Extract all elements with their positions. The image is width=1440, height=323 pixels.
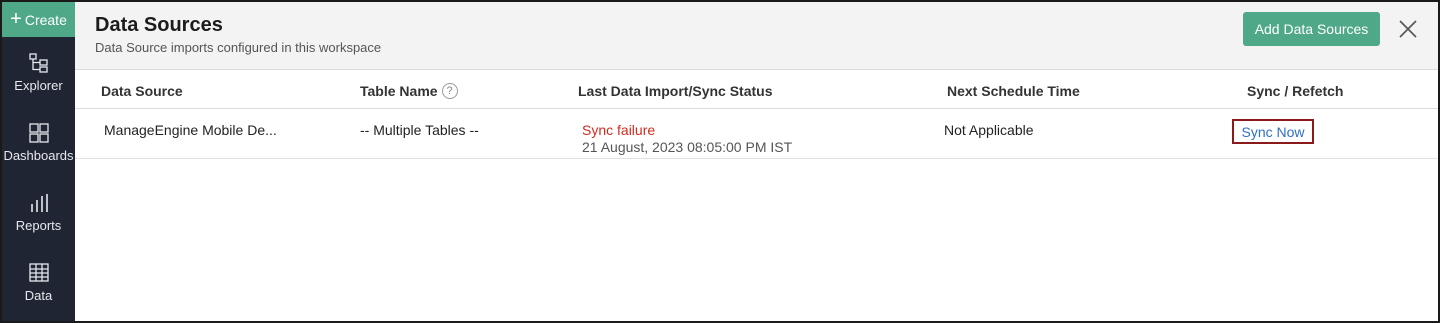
data-source-cell[interactable]: ManageEngine Mobile De...	[104, 122, 277, 138]
add-data-sources-button[interactable]: Add Data Sources	[1243, 12, 1380, 46]
sidebar-item-dashboards[interactable]: Dashboards	[2, 122, 75, 184]
next-schedule-cell: Not Applicable	[944, 122, 1034, 138]
column-header-sync-status[interactable]: Last Data Import/Sync Status	[578, 83, 773, 99]
table-name-cell: -- Multiple Tables --	[360, 122, 479, 138]
column-header-data-source[interactable]: Data Source	[101, 83, 183, 99]
create-label: Create	[24, 11, 67, 28]
sidebar-item-label: Dashboards	[3, 148, 74, 163]
page-title: Data Sources	[95, 14, 223, 36]
table-header: Data Source Table Name ? Last Data Impor…	[75, 71, 1438, 109]
sync-status-time: 21 August, 2023 08:05:00 PM IST	[582, 139, 793, 155]
data-table-icon	[28, 263, 49, 282]
sidebar-item-data[interactable]: Data	[2, 262, 75, 321]
sidebar-item-label: Explorer	[14, 78, 63, 93]
sync-now-button[interactable]: Sync Now	[1232, 119, 1314, 144]
table-row: ManageEngine Mobile De... -- Multiple Ta…	[75, 110, 1438, 159]
app-frame: + Create Explorer Dashboards Reports Dat…	[0, 0, 1440, 323]
column-header-sync-refetch[interactable]: Sync / Refetch	[1247, 83, 1343, 99]
column-header-table-name[interactable]: Table Name ?	[360, 83, 458, 99]
page-subtitle: Data Source imports configured in this w…	[95, 40, 382, 55]
sidebar-item-label: Data	[24, 288, 53, 303]
dashboards-grid-icon	[28, 123, 49, 143]
main-panel: Data Sources Data Source imports configu…	[75, 2, 1438, 321]
panel-header: Data Sources Data Source imports configu…	[75, 2, 1438, 70]
sidebar-item-explorer[interactable]: Explorer	[2, 52, 75, 114]
reports-bars-icon	[30, 194, 48, 212]
help-icon[interactable]: ?	[441, 83, 458, 99]
close-icon[interactable]	[1397, 18, 1419, 40]
sidebar-item-reports[interactable]: Reports	[2, 192, 75, 254]
sync-status-failure[interactable]: Sync failure	[582, 122, 655, 138]
create-button[interactable]: + Create	[2, 2, 75, 37]
explorer-tree-icon	[28, 53, 48, 73]
sidebar: + Create Explorer Dashboards Reports Dat…	[2, 2, 75, 321]
column-header-next-schedule[interactable]: Next Schedule Time	[947, 83, 1080, 99]
sidebar-item-label: Reports	[15, 218, 62, 233]
plus-icon: +	[10, 7, 22, 30]
